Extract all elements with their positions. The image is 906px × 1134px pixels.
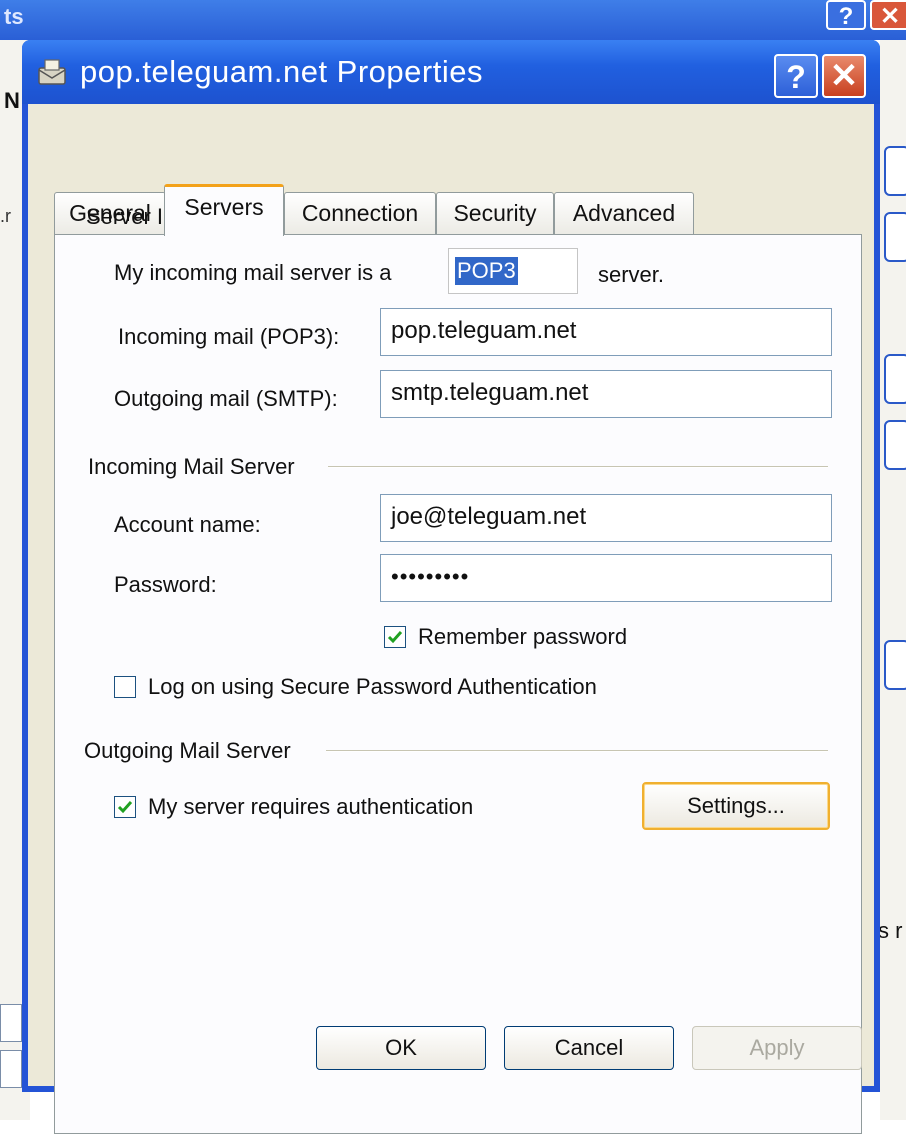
incoming-mail-label: Incoming mail (POP3): xyxy=(118,324,340,349)
background-field-text: N xyxy=(4,88,20,113)
remember-password-checkbox[interactable] xyxy=(384,626,406,648)
close-button[interactable]: ✕ xyxy=(822,54,866,98)
apply-button[interactable]: Apply xyxy=(692,1026,862,1070)
settings-button[interactable]: Settings... xyxy=(642,782,830,830)
tab-advanced[interactable]: Advanced xyxy=(554,192,694,234)
outgoing-mail-label: Outgoing mail (SMTP): xyxy=(114,386,338,411)
incoming-server-type-suffix: server. xyxy=(598,262,665,287)
outgoing-mail-server-heading: Outgoing Mail Server xyxy=(84,738,291,763)
background-tab[interactable] xyxy=(884,640,906,690)
checkmark-icon xyxy=(117,801,133,814)
checkmark-icon xyxy=(387,631,403,644)
background-window-title: ts xyxy=(4,4,24,29)
tab-connection[interactable]: Connection xyxy=(284,192,436,234)
account-name-field[interactable]: joe@teleguam.net xyxy=(380,494,832,542)
outgoing-section-divider xyxy=(326,750,828,752)
remember-password-label: Remember password xyxy=(418,624,628,649)
background-window-right xyxy=(880,40,906,1120)
incoming-server-type-field[interactable]: POP3 xyxy=(448,248,578,294)
background-tab[interactable] xyxy=(884,212,906,262)
background-tab[interactable] xyxy=(884,420,906,470)
cancel-button[interactable]: Cancel xyxy=(504,1026,674,1070)
background-control[interactable] xyxy=(0,1050,22,1088)
background-control[interactable] xyxy=(0,1004,22,1042)
background-window-titlebar: ts xyxy=(0,0,906,40)
outgoing-mail-field[interactable]: smtp.teleguam.net xyxy=(380,370,832,418)
background-line-text: .r xyxy=(0,206,11,226)
incoming-mail-server-heading: Incoming Mail Server xyxy=(88,454,295,479)
dialog-client-area: General Servers Connection Security Adva… xyxy=(28,104,874,1134)
incoming-server-type-value: POP3 xyxy=(455,257,518,285)
ok-button[interactable]: OK xyxy=(316,1026,486,1070)
incoming-server-type-label: My incoming mail server is a xyxy=(114,260,392,285)
password-field[interactable]: ••••••••• xyxy=(380,554,832,602)
background-tab[interactable] xyxy=(884,354,906,404)
background-close-button[interactable]: ✕ xyxy=(870,0,906,30)
background-right-text: s r xyxy=(878,918,903,943)
server-requires-auth-checkbox[interactable] xyxy=(114,796,136,818)
tab-servers[interactable]: Servers xyxy=(164,184,284,236)
properties-dialog: pop.teleguam.net Properties ? ✕ General … xyxy=(22,40,880,1134)
mail-account-icon xyxy=(38,59,66,85)
incoming-section-divider xyxy=(328,466,828,468)
server-requires-auth-label: My server requires authentication xyxy=(148,794,474,819)
incoming-mail-field[interactable]: pop.teleguam.net xyxy=(380,308,832,356)
dialog-titlebar[interactable]: pop.teleguam.net Properties ? ✕ xyxy=(22,40,880,104)
dialog-title: pop.teleguam.net Properties xyxy=(80,54,483,89)
password-label: Password: xyxy=(114,572,217,597)
help-button[interactable]: ? xyxy=(774,54,818,98)
account-name-label: Account name: xyxy=(114,512,261,537)
spa-checkbox[interactable] xyxy=(114,676,136,698)
background-tab[interactable] xyxy=(884,146,906,196)
tab-security[interactable]: Security xyxy=(436,192,554,234)
spa-label: Log on using Secure Password Authenticat… xyxy=(148,674,597,699)
background-help-button[interactable]: ? xyxy=(826,0,866,30)
